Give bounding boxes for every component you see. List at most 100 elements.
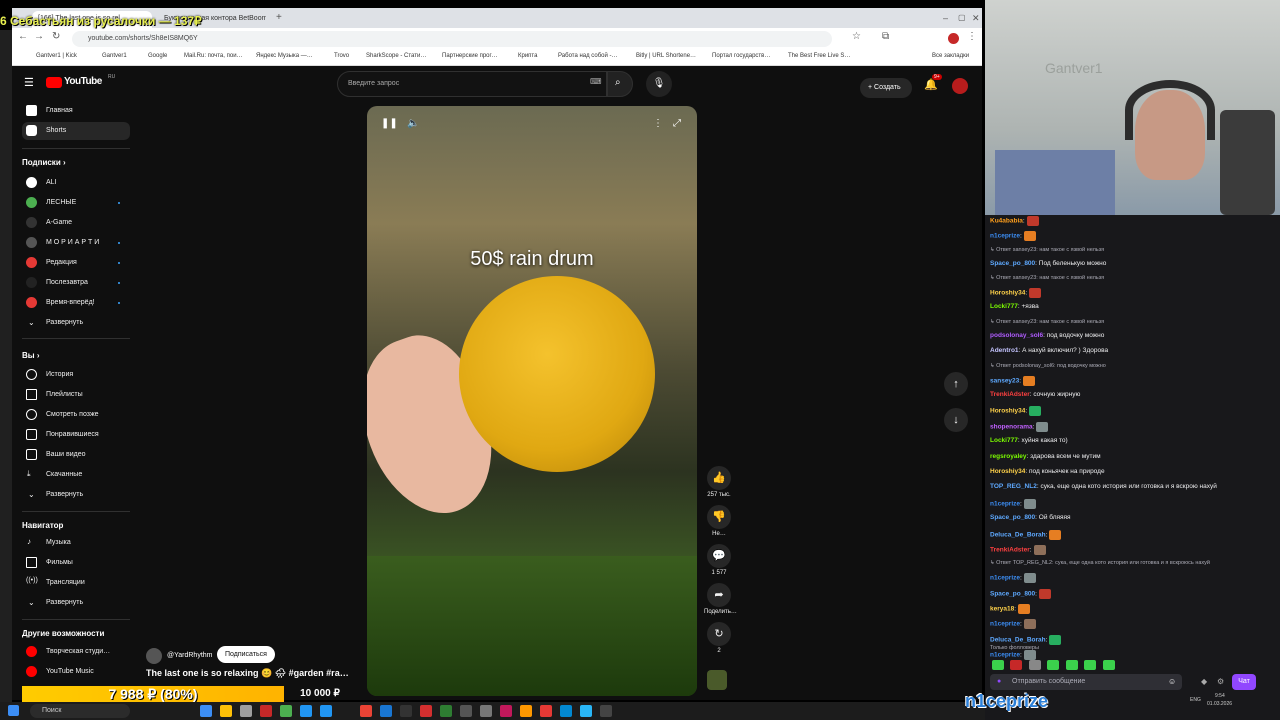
- sidebar-item-studio[interactable]: Творческая студи…: [22, 643, 130, 661]
- bookmark-item[interactable]: Все закладки: [932, 53, 969, 59]
- chat-emote[interactable]: [1036, 421, 1049, 432]
- settings-gear-icon[interactable]: ⚙: [1217, 677, 1224, 686]
- sidebar-item-films[interactable]: Фильмы: [22, 554, 130, 572]
- folder-icon[interactable]: [220, 705, 232, 717]
- fullscreen-icon[interactable]: ⤢: [673, 118, 681, 129]
- sidebar-item-music[interactable]: ♪ Музыка: [22, 534, 130, 552]
- bits-icon[interactable]: ◆: [1201, 677, 1207, 686]
- sidebar-sub-item[interactable]: М О Р И А Р Т И: [22, 234, 130, 252]
- bookmark-item[interactable]: Крипта: [518, 53, 537, 59]
- new-tab-icon[interactable]: +: [270, 11, 288, 28]
- emote-picker-icon[interactable]: ☺: [1168, 677, 1176, 686]
- chat-username[interactable]: TOP_REG_NL2: [990, 483, 1037, 490]
- chat-emote[interactable]: [1023, 231, 1036, 242]
- chat-username[interactable]: Adentro1: [990, 347, 1019, 354]
- bookmark-item[interactable]: Портал государств…: [712, 53, 770, 59]
- chat-username[interactable]: regsroyaley: [990, 453, 1027, 460]
- chat-emote[interactable]: [1023, 573, 1036, 584]
- bookmark-item[interactable]: Mail.Ru: почта, пои…: [184, 53, 243, 59]
- app-icon[interactable]: [540, 705, 552, 717]
- remix-button[interactable]: ↻ 2: [704, 622, 734, 654]
- next-short-button[interactable]: ↓: [944, 408, 968, 432]
- app-icon[interactable]: [500, 705, 512, 717]
- subscribe-button[interactable]: Подписаться: [217, 646, 275, 663]
- channel-name[interactable]: @YardRhythm: [167, 652, 213, 659]
- bookmark-item[interactable]: Google: [148, 53, 167, 59]
- windows-start-icon[interactable]: [8, 705, 19, 716]
- bookmark-item[interactable]: Яндекс Музыка —…: [256, 53, 313, 59]
- bookmark-item[interactable]: The Best Free Live S…: [788, 53, 850, 59]
- app-icon[interactable]: [460, 705, 472, 717]
- steam-icon[interactable]: [560, 705, 572, 717]
- subscriptions-title[interactable]: Подписки ›: [22, 158, 66, 167]
- chat-emote[interactable]: [1033, 544, 1046, 555]
- sidebar-item-playlists[interactable]: Плейлисты: [22, 386, 130, 404]
- app-icon[interactable]: [580, 705, 592, 717]
- bookmark-item[interactable]: Bitly | URL Shortene…: [636, 53, 696, 59]
- you-section-title[interactable]: Вы ›: [22, 351, 40, 360]
- search-button[interactable]: ⌕: [607, 71, 633, 97]
- emote[interactable]: [1065, 659, 1078, 670]
- sidebar-item-youtube-music[interactable]: YouTube Music: [22, 663, 130, 681]
- bookmark-item[interactable]: SharkScope - Стати…: [366, 53, 426, 59]
- dislike-button[interactable]: 👎 Не…: [704, 505, 734, 537]
- channel-avatar[interactable]: [146, 648, 162, 664]
- emote[interactable]: [1084, 659, 1097, 670]
- expand-explore-button[interactable]: ⌄ Развернуть: [22, 594, 130, 612]
- app-icon[interactable]: [520, 705, 532, 717]
- previous-short-button[interactable]: ↑: [944, 372, 968, 396]
- chat-username[interactable]: Deluca_De_Borah: [990, 637, 1046, 644]
- app-icon[interactable]: [400, 705, 412, 717]
- forward-icon[interactable]: →: [34, 31, 44, 42]
- chat-send-button[interactable]: Чат: [1232, 674, 1256, 690]
- app-icon[interactable]: [440, 705, 452, 717]
- bookmark-item[interactable]: Gantver1 | Kick: [36, 53, 77, 59]
- chat-username[interactable]: Ku4ababia: [990, 218, 1023, 225]
- yandex-icon[interactable]: [420, 705, 432, 717]
- chat-emote[interactable]: [1038, 588, 1051, 599]
- sidebar-item-home[interactable]: Главная: [22, 102, 130, 120]
- chat-username[interactable]: Locki777: [990, 437, 1018, 444]
- chat-emote[interactable]: [1023, 619, 1036, 630]
- volume-icon[interactable]: 🔈: [407, 118, 419, 129]
- chat-username[interactable]: Space_po_800: [990, 514, 1035, 521]
- share-button[interactable]: ➦ Поделить…: [704, 583, 737, 615]
- microphone-icon[interactable]: 🎙: [646, 71, 672, 97]
- app-icon[interactable]: [600, 705, 612, 717]
- chat-emote[interactable]: [1049, 529, 1062, 540]
- bookmark-item[interactable]: Работа над собой -…: [558, 53, 617, 59]
- sidebar-sub-item[interactable]: ЛЕСНЫЕ: [22, 194, 130, 212]
- back-icon[interactable]: ←: [18, 31, 28, 42]
- app-icon[interactable]: [300, 705, 312, 717]
- chat-username[interactable]: Space_po_800: [990, 260, 1035, 267]
- pause-icon[interactable]: ❚❚: [381, 118, 398, 129]
- chat-username[interactable]: Deluca_De_Borah: [990, 531, 1046, 538]
- chat-emote[interactable]: [1029, 406, 1042, 417]
- star-icon[interactable]: ☆: [852, 31, 861, 42]
- youtube-logo-text[interactable]: YouTube: [64, 76, 102, 87]
- chat-username[interactable]: Horoshiy34: [990, 290, 1025, 297]
- chat-username[interactable]: kerya18: [990, 606, 1014, 613]
- like-button[interactable]: 👍 257 тыс.: [704, 466, 734, 498]
- bookmark-item[interactable]: Trovo: [334, 53, 349, 59]
- more-options-icon[interactable]: ⋮: [653, 118, 663, 129]
- sidebar-item-your-videos[interactable]: Ваши видео: [22, 446, 130, 464]
- video-title[interactable]: The last one is so relaxing 😊 🌧 #garden …: [146, 668, 349, 679]
- sidebar-item-live[interactable]: ((•)) Трансляции: [22, 574, 130, 592]
- hamburger-menu-icon[interactable]: ☰: [24, 76, 34, 89]
- app-icon[interactable]: [200, 705, 212, 717]
- sidebar-sub-item[interactable]: Время-вперёд!: [22, 294, 130, 312]
- chat-emote[interactable]: [1018, 604, 1031, 615]
- app-icon[interactable]: [280, 705, 292, 717]
- sidebar-item-shorts[interactable]: Shorts: [22, 122, 130, 140]
- chat-username[interactable]: Locki777: [990, 303, 1018, 310]
- reload-icon[interactable]: ↻: [52, 31, 60, 42]
- comments-button[interactable]: 💬 1 577: [704, 544, 734, 576]
- chat-emote[interactable]: [1023, 375, 1036, 386]
- chat-message-input[interactable]: Отправить сообщение: [990, 674, 1182, 690]
- expand-subscriptions-button[interactable]: ⌄ Развернуть: [22, 314, 130, 332]
- chat-username[interactable]: TrenkiAdster: [990, 391, 1030, 398]
- search-input[interactable]: Введите запрос: [337, 71, 607, 97]
- sound-thumbnail[interactable]: [707, 670, 727, 690]
- chat-username[interactable]: Horoshiy34: [990, 468, 1025, 475]
